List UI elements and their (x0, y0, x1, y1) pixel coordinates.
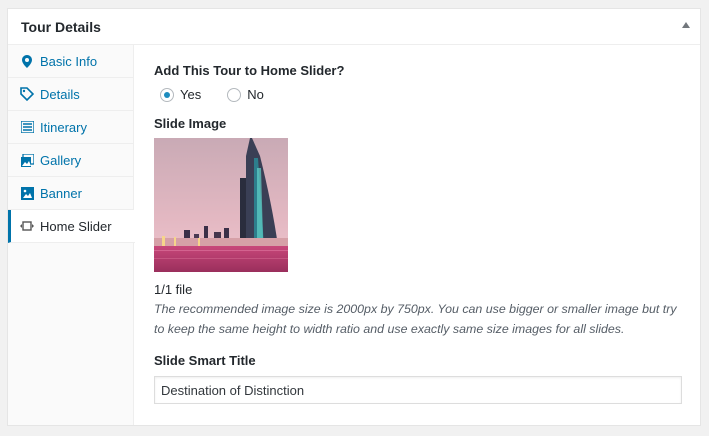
home-slider-panel: Add This Tour to Home Slider? Yes No Sli… (154, 45, 684, 404)
tab-label: Details (40, 86, 80, 102)
tab-home-slider[interactable]: Home Slider (8, 210, 135, 243)
radio-no[interactable] (227, 87, 242, 102)
radio-yes[interactable] (160, 87, 174, 102)
radio-yes-label[interactable]: Yes (180, 87, 201, 102)
tab-basic-info[interactable]: Basic Info (8, 45, 133, 78)
metabox-title: Tour Details (21, 18, 101, 35)
tab-itinerary[interactable]: Itinerary (8, 111, 133, 144)
list-icon (20, 120, 34, 134)
smart-title-label: Slide Smart Title (154, 353, 256, 368)
tab-banner[interactable]: Banner (8, 177, 133, 210)
slider-question-label: Add This Tour to Home Slider? (154, 63, 345, 78)
slider-radio-group: Yes No (160, 87, 684, 102)
tab-label: Banner (40, 185, 82, 201)
images-icon (20, 153, 34, 167)
image-icon (20, 186, 34, 200)
slider-icon (20, 219, 34, 233)
tab-gallery[interactable]: Gallery (8, 144, 133, 177)
radio-no-label[interactable]: No (247, 87, 264, 102)
metabox-header[interactable]: Tour Details (8, 9, 700, 45)
tab-label: Basic Info (40, 53, 98, 69)
slide-image-thumbnail[interactable] (154, 138, 288, 272)
location-pin-icon (20, 54, 34, 68)
tour-details-metabox: Tour Details Basic Info Details Itinerar… (7, 8, 701, 426)
tab-label: Itinerary (40, 119, 87, 135)
tab-details[interactable]: Details (8, 78, 133, 111)
tab-label: Home Slider (40, 218, 112, 234)
file-count: 1/1 file (154, 282, 193, 297)
slide-image-label: Slide Image (154, 116, 227, 131)
tag-icon (20, 87, 34, 101)
tab-label: Gallery (40, 152, 82, 168)
tab-list: Basic Info Details Itinerary Gallery Ban… (8, 45, 135, 425)
smart-title-input[interactable] (154, 376, 682, 404)
image-size-description: The recommended image size is 2000px by … (154, 302, 677, 336)
collapse-toggle-icon[interactable] (682, 22, 690, 28)
